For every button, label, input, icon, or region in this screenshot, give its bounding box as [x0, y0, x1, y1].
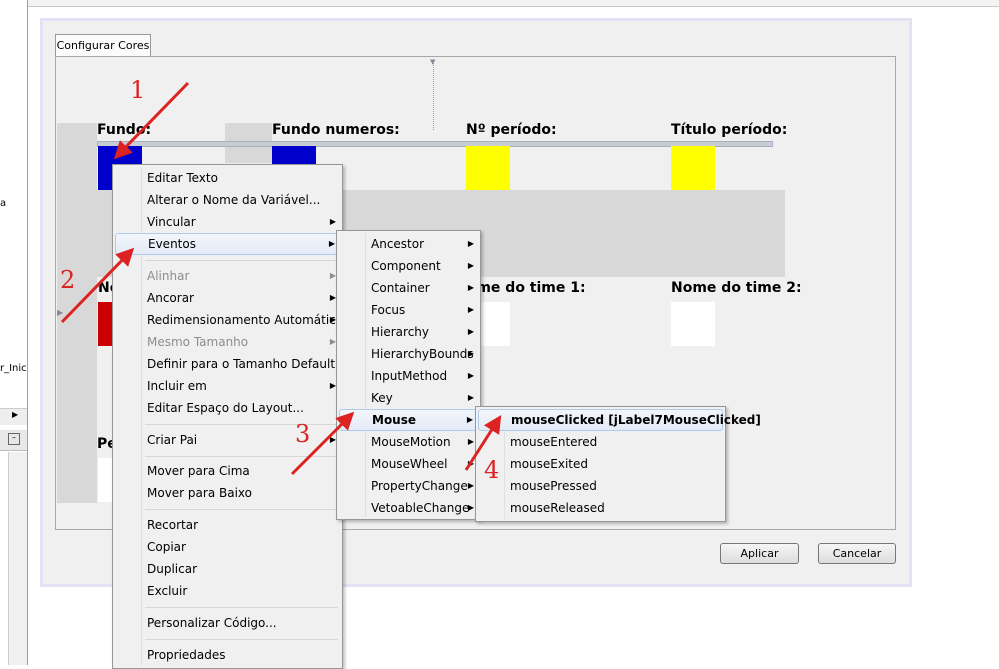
step-number-4: 4: [484, 456, 500, 484]
step-number-1: 1: [130, 76, 146, 104]
step-number-2: 2: [60, 266, 76, 294]
step-number-3: 3: [295, 420, 311, 448]
arrow-1: [113, 81, 190, 160]
annotation-layer: [60, 81, 502, 476]
